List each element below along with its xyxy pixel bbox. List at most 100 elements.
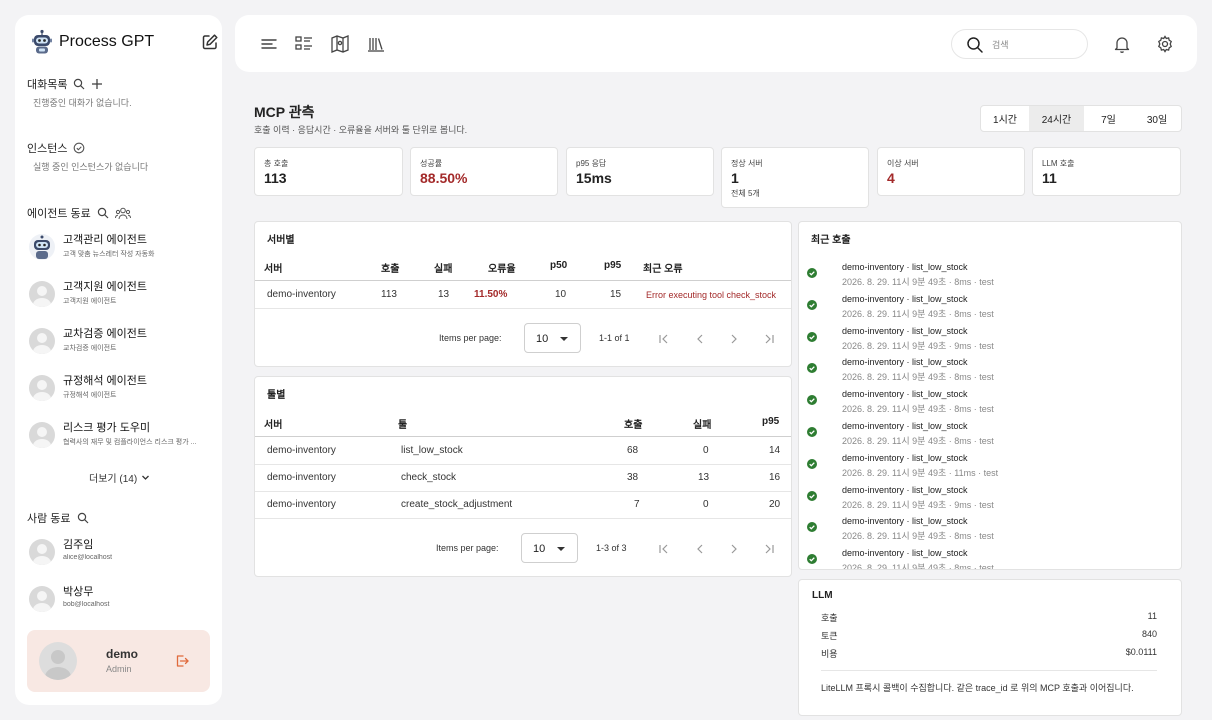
items-per-page-label: Items per page: (439, 333, 502, 343)
col-header[interactable]: p50 (550, 260, 567, 271)
list-icon[interactable] (294, 34, 314, 54)
menu-icon[interactable] (259, 34, 279, 54)
col-header[interactable]: 호출 (624, 416, 642, 431)
bell-icon[interactable] (1112, 34, 1132, 54)
col-header[interactable]: 실패 (693, 416, 711, 431)
recent-call-item[interactable]: demo-inventory · list_low_stock 2026. 8. … (807, 357, 1177, 387)
person-item[interactable]: 김주임 alice@localhost (29, 534, 215, 572)
recent-call-item[interactable]: demo-inventory · list_low_stock 2026. 8. … (807, 548, 1177, 569)
agent-avatar (29, 375, 55, 401)
users-icon[interactable] (114, 207, 131, 220)
library-icon[interactable] (366, 34, 386, 54)
range-1h-button[interactable]: 1시간 (981, 106, 1029, 131)
search-icon (967, 37, 983, 53)
cell-recent-error: Error executing tool check_stock (646, 290, 777, 300)
person-avatar-icon (33, 286, 51, 307)
items-per-page-select[interactable]: 10 (521, 533, 578, 563)
call-name: demo-inventory · list_low_stock (842, 293, 968, 304)
call-name: demo-inventory · list_low_stock (842, 548, 968, 559)
page-subtitle: 호출 이력 · 응답시간 · 오류율을 서버와 툴 단위로 봅니다. (254, 125, 468, 135)
page-title: MCP 관측 (254, 104, 315, 120)
items-per-page-select[interactable]: 10 (524, 323, 581, 353)
conversations-empty: 진행중인 대화가 없습니다. (33, 98, 132, 108)
col-header[interactable]: 실패 (434, 260, 452, 275)
agent-name: 리스크 평가 도우미 (63, 422, 151, 434)
prev-page-icon[interactable] (693, 542, 707, 556)
call-name: demo-inventory · list_low_stock (842, 484, 968, 495)
stat-value: 15ms (576, 170, 612, 186)
stat-llm-calls: LLM 호출 11 (1032, 147, 1181, 196)
agent-name: 고객관리 에이전트 (63, 234, 148, 246)
stat-value: 11 (1042, 170, 1057, 186)
col-header[interactable]: 최근 오류 (643, 260, 683, 275)
stat-success-rate: 성공률 88.50% (410, 147, 558, 196)
recent-call-item[interactable]: demo-inventory · list_low_stock 2026. 8. … (807, 421, 1177, 451)
search-input[interactable] (992, 36, 1080, 54)
instances-empty: 실행 중인 인스턴스가 없습니다 (33, 162, 149, 172)
col-header[interactable]: 오류율 (488, 260, 516, 275)
range-7d-button[interactable]: 7일 (1084, 106, 1133, 131)
cell-fail: 0 (703, 445, 709, 456)
agent-item[interactable]: 고객관리 에이전트 고객 맞춤 뉴스레터 작성 자동화 (29, 229, 215, 267)
agent-item[interactable]: 교차검증 에이전트 교차검증 에이전트 (29, 323, 215, 361)
recent-call-item[interactable]: demo-inventory · list_low_stock 2026. 8. … (807, 516, 1177, 546)
agent-item[interactable]: 규정해석 에이전트 규정해석 에이전트 (29, 370, 215, 408)
recent-call-item[interactable]: demo-inventory · list_low_stock 2026. 8. … (807, 326, 1177, 356)
person-avatar-icon (33, 427, 51, 448)
col-header[interactable]: p95 (604, 260, 621, 271)
stat-label: 이상 서버 (887, 159, 919, 168)
llm-note: LiteLLM 프록시 콜백이 수집합니다. 같은 trace_id 로 위의 … (821, 683, 1134, 693)
call-meta: 2026. 8. 29. 11시 9분 49초 · 11ms · test (842, 467, 999, 478)
search-icon[interactable] (73, 78, 85, 90)
call-name: demo-inventory · list_low_stock (842, 421, 968, 431)
col-header[interactable]: 툴 (398, 416, 407, 431)
recent-call-item[interactable]: demo-inventory · list_low_stock 2026. 8. … (807, 262, 1177, 292)
plus-icon[interactable] (91, 78, 103, 90)
next-page-icon[interactable] (727, 332, 741, 346)
cell-server: demo-inventory (267, 472, 336, 483)
search-icon[interactable] (97, 207, 109, 219)
cell-p95: 14 (769, 445, 781, 456)
person-avatar-icon (33, 333, 51, 354)
first-page-icon[interactable] (657, 332, 671, 346)
recent-call-item[interactable]: demo-inventory · list_low_stock 2026. 8. … (807, 294, 1177, 324)
recent-call-item[interactable]: demo-inventory · list_low_stock 2026. 8. … (807, 453, 1177, 483)
map-icon[interactable] (330, 34, 350, 54)
panel-title: 툴별 (267, 390, 286, 401)
agent-item[interactable]: 고객지원 에이전트 고객지원 에이전트 (29, 276, 215, 314)
recent-call-item[interactable]: demo-inventory · list_low_stock 2026. 8. … (807, 389, 1177, 419)
gear-icon[interactable] (1155, 34, 1175, 54)
col-header[interactable]: p95 (762, 416, 779, 427)
cell-calls: 7 (634, 499, 640, 510)
col-header[interactable]: 호출 (381, 260, 399, 275)
last-page-icon[interactable] (762, 332, 776, 346)
next-page-icon[interactable] (727, 542, 741, 556)
agent-avatar (29, 328, 55, 354)
person-item[interactable]: 박상무 bob@localhost (29, 581, 215, 619)
stat-total-calls: 총 호출 113 (254, 147, 403, 196)
search-box[interactable] (951, 29, 1088, 59)
agent-item[interactable]: 리스크 평가 도우미 협력사의 재무 및 컴플라이언스 리스크 평가 ... (29, 417, 215, 455)
caret-down-icon (560, 337, 568, 341)
first-page-icon[interactable] (657, 542, 671, 556)
col-header[interactable]: 서버 (264, 260, 282, 275)
person-avatar (29, 539, 55, 565)
llm-key: 토큰 (821, 631, 838, 641)
prev-page-icon[interactable] (693, 332, 707, 346)
call-name: demo-inventory · list_low_stock (842, 389, 968, 400)
logout-icon[interactable] (175, 654, 189, 668)
range-30d-button[interactable]: 30일 (1133, 106, 1181, 131)
items-per-page-value: 10 (533, 543, 546, 555)
call-meta: 2026. 8. 29. 11시 9분 49초 · 8ms · test (842, 531, 994, 542)
last-page-icon[interactable] (762, 542, 776, 556)
search-icon[interactable] (77, 512, 89, 524)
range-24h-button[interactable]: 24시간 (1029, 106, 1084, 131)
person-email: alice@localhost (63, 554, 113, 561)
recent-call-item[interactable]: demo-inventory · list_low_stock 2026. 8. … (807, 485, 1177, 515)
more-agents-label: 더보기 (14) (89, 474, 138, 485)
success-check-icon (807, 458, 817, 469)
col-header[interactable]: 서버 (264, 416, 282, 431)
items-per-page-value: 10 (536, 333, 549, 345)
new-chat-icon[interactable] (201, 33, 219, 51)
more-agents-button[interactable]: 더보기 (14) (89, 470, 150, 485)
